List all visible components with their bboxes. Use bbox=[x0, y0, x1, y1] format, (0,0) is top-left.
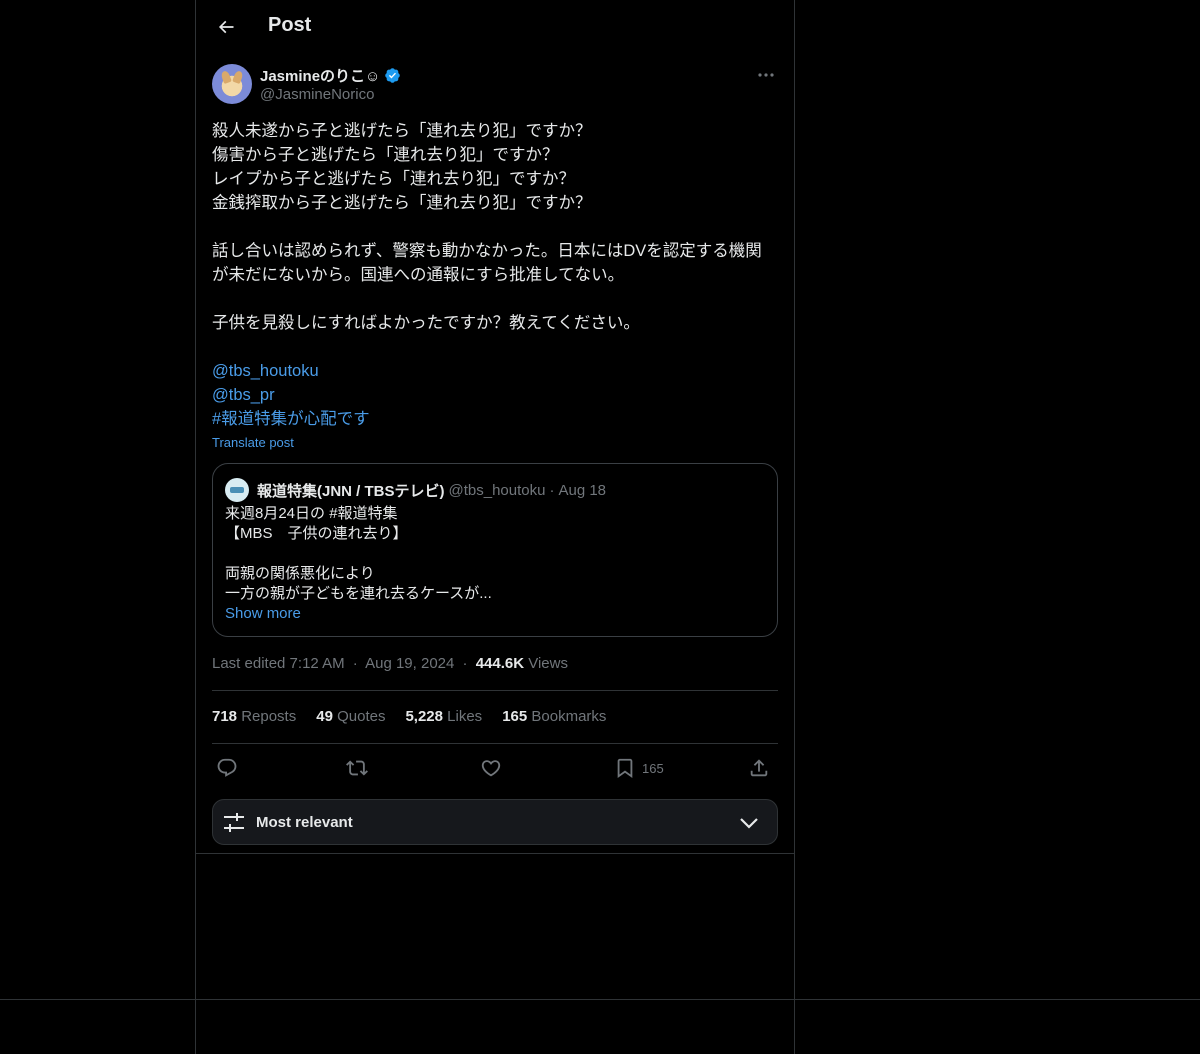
back-arrow-icon bbox=[218, 20, 234, 34]
separator-dot: · bbox=[352, 655, 358, 672]
post-line: が未だにないから。国連への通報にすら批准してない。 bbox=[212, 266, 625, 284]
verified-badge-icon bbox=[385, 68, 401, 83]
quoted-avatar bbox=[225, 478, 249, 502]
quotes-label: Quotes bbox=[332, 708, 386, 725]
bookmark-count: 165 bbox=[642, 760, 664, 776]
author-handle[interactable]: @JasmineNorico bbox=[260, 86, 374, 103]
reply-icon bbox=[217, 758, 237, 777]
avatar[interactable] bbox=[212, 64, 252, 104]
divider bbox=[212, 690, 778, 691]
post-line: レイプから子と逃げたら「連れ去り犯」ですか？ bbox=[212, 170, 575, 188]
views-count: 444.6K bbox=[475, 655, 525, 672]
sort-replies-dropdown[interactable]: Most relevant bbox=[212, 799, 778, 845]
quoted-post-header: 報道特集(JNN / TBSテレビ) @tbs_houtoku · Aug 18 bbox=[225, 478, 606, 502]
quoted-post-text: 来週8月24日の #報道特集 【MBS 子供の連れ去り】 両親の関係悪化により … bbox=[225, 504, 492, 624]
post-line: 子供を見殺しにすればよかったですか？教えてください。 bbox=[212, 314, 640, 332]
quotes-stat[interactable]: 49 Quotes bbox=[316, 708, 385, 725]
separator-dot: · bbox=[549, 481, 555, 499]
reply-button[interactable] bbox=[216, 754, 238, 782]
post-header: Post bbox=[196, 0, 794, 54]
quoted-line: 【MBS 子供の連れ去り】 bbox=[225, 525, 408, 542]
share-button[interactable] bbox=[748, 754, 770, 782]
sort-label: Most relevant bbox=[256, 814, 353, 831]
quoted-line: 両親の関係悪化により bbox=[225, 565, 375, 582]
likes-count: 5,228 bbox=[405, 708, 443, 725]
bottom-divider bbox=[0, 999, 1200, 1000]
divider bbox=[212, 743, 778, 744]
like-icon bbox=[481, 760, 501, 777]
post-line: 金銭搾取から子と逃げたら「連れ去り犯」ですか？ bbox=[212, 194, 592, 212]
quoted-blank-line bbox=[225, 544, 492, 564]
post-line: 殺人未遂から子と逃げたら「連れ去り犯」ですか？ bbox=[212, 122, 592, 140]
mention-link[interactable]: @tbs_houtoku bbox=[212, 359, 778, 383]
post-blank-line bbox=[212, 215, 778, 239]
more-icon bbox=[758, 73, 774, 77]
post-author: Jasmineのりこ☺ @JasmineNorico bbox=[212, 64, 778, 108]
post-meta: Last edited 7:12 AM · Aug 19, 2024 · 444… bbox=[212, 655, 568, 672]
reposts-label: Reposts bbox=[237, 708, 297, 725]
more-button[interactable] bbox=[754, 64, 778, 86]
share-icon bbox=[750, 759, 768, 777]
repost-button[interactable] bbox=[346, 754, 368, 782]
bookmarks-label: Bookmarks bbox=[527, 708, 607, 725]
post-line: 傷害から子と逃げたら「連れ去り犯」ですか？ bbox=[212, 146, 559, 164]
post-text: 殺人未遂から子と逃げたら「連れ去り犯」ですか？ 傷害から子と逃げたら「連れ去り犯… bbox=[212, 119, 778, 431]
separator-dot: · bbox=[462, 655, 468, 672]
back-button[interactable] bbox=[208, 9, 244, 45]
post-line: 話し合いは認められず、警察も動かなかった。日本にはDVを認定する機関 bbox=[212, 242, 762, 260]
show-more-link[interactable]: Show more bbox=[225, 604, 492, 624]
mention-link[interactable]: @tbs_pr bbox=[212, 383, 778, 407]
author-name[interactable]: Jasmineのりこ☺ bbox=[260, 65, 380, 86]
post-blank-line bbox=[212, 287, 778, 311]
quoted-line: 一方の親が子どもを連れ去るケースが... bbox=[225, 585, 492, 602]
post-detail-column: Post Jasmineのりこ☺ @JasmineNorico 殺人未遂から子と… bbox=[196, 0, 794, 854]
quoted-author-name: 報道特集(JNN / TBSテレビ) bbox=[257, 482, 445, 500]
bookmarks-count: 165 bbox=[502, 708, 528, 725]
quoted-author-handle: @tbs_houtoku bbox=[448, 481, 546, 499]
translate-post-link[interactable]: Translate post bbox=[212, 435, 294, 450]
action-bar: 165 bbox=[212, 754, 778, 782]
post-blank-line bbox=[212, 335, 778, 359]
reposts-stat[interactable]: 718 Reposts bbox=[212, 708, 296, 725]
page-title: Post bbox=[268, 14, 312, 36]
reposts-count: 718 bbox=[212, 708, 238, 725]
likes-label: Likes bbox=[443, 708, 483, 725]
repost-icon bbox=[346, 760, 368, 776]
engagement-stats: 718 Reposts 49 Quotes 5,228 Likes 165 Bo… bbox=[212, 708, 606, 725]
quoted-line: 来週8月24日の #報道特集 bbox=[225, 505, 398, 522]
hashtag-link[interactable]: #報道特集が心配です bbox=[212, 407, 778, 431]
right-column-border bbox=[794, 0, 795, 1054]
post-date[interactable]: Aug 19, 2024 bbox=[365, 655, 454, 672]
bookmark-button[interactable]: 165 bbox=[614, 754, 664, 782]
quoted-post[interactable]: 報道特集(JNN / TBSテレビ) @tbs_houtoku · Aug 18… bbox=[212, 463, 778, 637]
author-name-row: Jasmineのりこ☺ bbox=[260, 65, 401, 86]
bookmark-icon bbox=[617, 758, 633, 779]
bookmarks-stat[interactable]: 165 Bookmarks bbox=[502, 708, 606, 725]
quoted-date: Aug 18 bbox=[558, 481, 607, 499]
edited-time[interactable]: Last edited 7:12 AM bbox=[212, 655, 345, 672]
quotes-count: 49 bbox=[316, 708, 333, 725]
sliders-icon bbox=[224, 813, 244, 832]
like-button[interactable] bbox=[480, 754, 502, 782]
chevron-down-icon bbox=[740, 818, 758, 829]
likes-stat[interactable]: 5,228 Likes bbox=[405, 708, 482, 725]
views-label: Views bbox=[524, 655, 568, 672]
